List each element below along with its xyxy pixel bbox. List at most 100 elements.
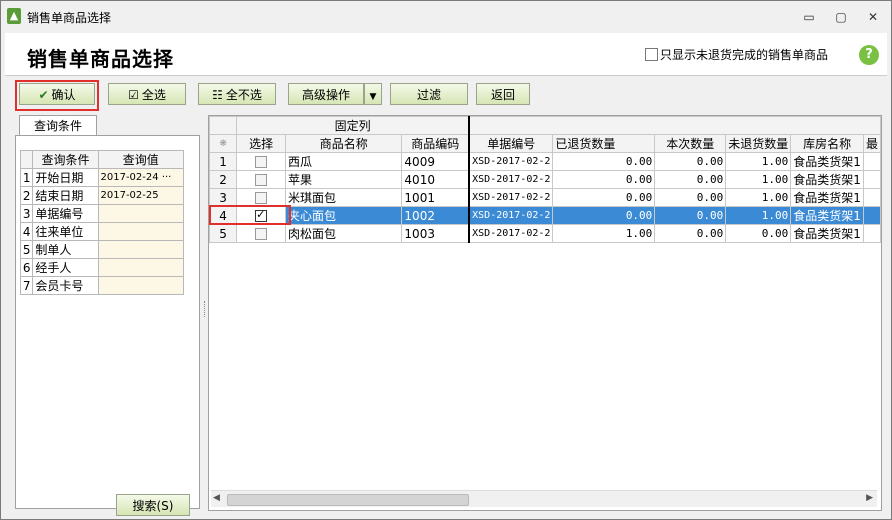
query-row-number: 5 <box>19 240 34 259</box>
grid-corner-icon: ❋ <box>209 134 238 153</box>
advanced-button[interactable]: 高级操作 <box>288 83 364 105</box>
cell-current[interactable]: 0.00 <box>654 224 727 243</box>
cell-store: 食品类货架1 <box>790 224 864 243</box>
back-button[interactable]: 返回 <box>476 83 530 105</box>
query-row[interactable]: 5 制单人 <box>19 240 184 259</box>
cell-bill: XSD-2017-02-2 <box>468 170 554 189</box>
page-title: 销售单商品选择 <box>27 47 174 71</box>
filter-button[interactable]: 过滤 <box>390 83 468 105</box>
query-row[interactable]: 3 单据编号 <box>19 204 184 223</box>
row-select-cell[interactable] <box>236 188 287 207</box>
row-number: 2 <box>209 170 238 189</box>
fixed-columns-band: 固定列 <box>236 116 471 135</box>
column-header-unreturned[interactable]: 未退货数量 <box>725 134 792 153</box>
query-row-value[interactable]: 2017-02-24 ··· <box>97 168 184 187</box>
checkbox-icon: ☑ <box>128 88 139 102</box>
cell-unreturned: 1.00 <box>725 206 792 225</box>
query-row[interactable]: 2 结束日期 2017-02-25 <box>19 186 184 205</box>
cell-name: 米琪面包 <box>285 188 403 207</box>
goods-table: 固定列 ❋ 选择 商品名称 商品编码 单据编号 已退货数量 本次数量 未退货数量… <box>209 116 881 243</box>
cell-unreturned: 0.00 <box>725 224 792 243</box>
cell-bill: XSD-2017-02-2 <box>468 224 554 243</box>
row-select-cell[interactable] <box>236 170 287 189</box>
cell-current[interactable]: 0.00 <box>654 206 727 225</box>
table-row-selected[interactable]: 4 夹心面包 1002 XSD-2017-02-2 0.00 0.00 1.00… <box>209 206 881 225</box>
query-row-value[interactable] <box>97 258 184 277</box>
cell-current[interactable]: 0.00 <box>654 188 727 207</box>
help-icon[interactable]: ? <box>859 45 879 65</box>
query-row-label: 单据编号 <box>32 204 99 223</box>
advanced-dropdown-button[interactable]: ▼ <box>364 83 382 105</box>
cell-code: 1001 <box>401 188 471 207</box>
table-row[interactable]: 5 肉松面包 1003 XSD-2017-02-2 1.00 0.00 0.00… <box>209 224 881 243</box>
column-header-select[interactable]: 选择 <box>236 134 287 153</box>
cell-code: 4009 <box>401 152 471 171</box>
query-row-label: 开始日期 <box>32 168 99 187</box>
query-row-label: 制单人 <box>32 240 99 259</box>
cell-unreturned: 1.00 <box>725 152 792 171</box>
query-header-condition: 查询条件 <box>32 150 99 169</box>
row-checkbox[interactable] <box>255 192 268 204</box>
query-row-value[interactable] <box>97 276 184 295</box>
table-row[interactable]: 3 米琪面包 1001 XSD-2017-02-2 0.00 0.00 1.00… <box>209 188 881 207</box>
close-button[interactable]: ✕ <box>863 9 883 25</box>
cell-code: 1002 <box>401 206 471 225</box>
row-number: 1 <box>209 152 238 171</box>
query-row-value[interactable] <box>97 240 184 259</box>
cell-truncated <box>862 188 881 207</box>
search-button[interactable]: 搜索(S) <box>116 494 190 516</box>
cell-unreturned: 1.00 <box>725 170 792 189</box>
row-number: 3 <box>209 188 238 207</box>
query-row-value[interactable]: 2017-02-25 <box>97 186 184 205</box>
query-grid: 查询条件 查询值 1 开始日期 2017-02-24 ··· 2 结束日期 20… <box>19 150 184 295</box>
confirm-button[interactable]: ✔ 确认 <box>19 83 95 105</box>
cell-store: 食品类货架1 <box>790 206 864 225</box>
query-row[interactable]: 7 会员卡号 <box>19 276 184 295</box>
select-none-button[interactable]: ☷ 全不选 <box>198 83 276 105</box>
only-unreturned-checkbox[interactable] <box>645 48 658 61</box>
table-row[interactable]: 2 苹果 4010 XSD-2017-02-2 0.00 0.00 1.00 食… <box>209 170 881 189</box>
back-label: 返回 <box>490 88 515 102</box>
title-bar: ▲ 销售单商品选择 ▭ ▢ ✕ <box>1 1 891 31</box>
row-select-cell[interactable] <box>236 224 287 243</box>
list-icon: ☷ <box>212 88 223 102</box>
maximize-button[interactable]: ▢ <box>831 9 851 25</box>
minimize-button[interactable]: ▭ <box>799 9 819 25</box>
column-header-code[interactable]: 商品编码 <box>401 134 471 153</box>
cell-code: 1003 <box>401 224 471 243</box>
column-header-returned[interactable]: 已退货数量 <box>552 134 656 153</box>
cell-truncated <box>862 152 881 171</box>
select-all-label: 全选 <box>141 88 166 102</box>
cell-returned: 0.00 <box>552 152 656 171</box>
horizontal-scrollbar[interactable]: ◀ ▶ <box>211 490 877 507</box>
query-row[interactable]: 4 往来单位 <box>19 222 184 241</box>
column-header-bill[interactable]: 单据编号 <box>468 134 554 153</box>
more-icon[interactable]: ··· <box>162 172 172 183</box>
column-header-store[interactable]: 库房名称 <box>790 134 864 153</box>
column-header-name[interactable]: 商品名称 <box>285 134 403 153</box>
query-row[interactable]: 6 经手人 <box>19 258 184 277</box>
column-header-current[interactable]: 本次数量 <box>654 134 727 153</box>
row-checkbox[interactable] <box>255 228 268 240</box>
cell-current[interactable]: 0.00 <box>654 152 727 171</box>
cell-current[interactable]: 0.00 <box>654 170 727 189</box>
row-select-cell[interactable] <box>236 152 287 171</box>
scroll-left-icon[interactable]: ◀ <box>213 493 220 503</box>
select-all-button[interactable]: ☑ 全选 <box>108 83 186 105</box>
table-row[interactable]: 1 西瓜 4009 XSD-2017-02-2 0.00 0.00 1.00 食… <box>209 152 881 171</box>
cell-truncated <box>862 224 881 243</box>
row-checkbox[interactable] <box>255 156 268 168</box>
query-row-number: 1 <box>19 168 34 187</box>
scroll-right-icon[interactable]: ▶ <box>866 493 873 503</box>
tab-query-conditions[interactable]: 查询条件 <box>19 115 97 136</box>
query-row-value[interactable] <box>97 204 184 223</box>
column-header-truncated[interactable]: 最 <box>862 134 881 153</box>
check-icon: ✔ <box>38 88 49 102</box>
row-checkbox[interactable] <box>255 174 268 186</box>
query-row[interactable]: 1 开始日期 2017-02-24 ··· <box>19 168 184 187</box>
only-unreturned-label[interactable]: 只显示未退货完成的销售单商品 <box>660 46 828 63</box>
query-box: 查询条件 查询值 1 开始日期 2017-02-24 ··· 2 结束日期 20… <box>15 135 200 516</box>
query-row-value[interactable] <box>97 222 184 241</box>
cell-store: 食品类货架1 <box>790 170 864 189</box>
scrollbar-thumb[interactable] <box>227 494 469 506</box>
